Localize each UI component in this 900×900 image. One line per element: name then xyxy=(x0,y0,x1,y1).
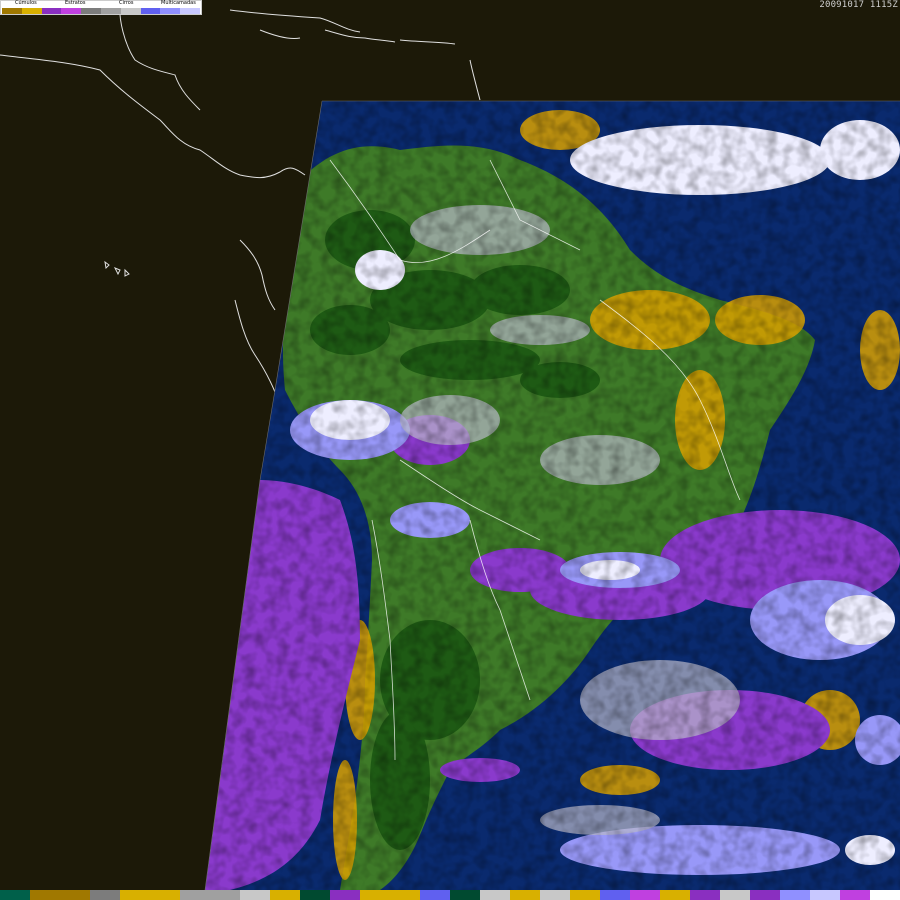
legend-swatch xyxy=(61,8,82,14)
color-bar-segment xyxy=(780,890,810,900)
legend-swatch xyxy=(180,8,200,14)
color-bar-segment xyxy=(870,890,900,900)
color-bar-segment xyxy=(480,890,510,900)
satellite-map xyxy=(0,0,900,900)
color-bar-segment xyxy=(270,890,300,900)
color-bar-segment xyxy=(120,890,150,900)
color-bar-segment xyxy=(600,890,630,900)
image-timestamp: 20091017 1115Z xyxy=(819,0,898,10)
color-bar-segment xyxy=(570,890,600,900)
color-bar-segment xyxy=(510,890,540,900)
color-bar-segment xyxy=(210,890,240,900)
color-bar-segment xyxy=(630,890,660,900)
legend-label-stratus: Estratos xyxy=(65,0,86,6)
legend-swatches xyxy=(2,8,200,14)
map-canvas xyxy=(0,0,900,891)
color-bar-segment xyxy=(30,890,60,900)
color-bar-segment xyxy=(300,890,330,900)
color-bar-segment xyxy=(360,890,390,900)
legend-swatch xyxy=(140,8,161,14)
color-bar-segment xyxy=(420,890,450,900)
legend-swatch xyxy=(41,8,62,14)
color-bar-segment xyxy=(150,890,180,900)
color-bar-segment xyxy=(240,890,270,900)
color-bar-segment xyxy=(390,890,420,900)
legend-swatch xyxy=(120,8,141,14)
color-bar-segment xyxy=(450,890,480,900)
color-bar-segment xyxy=(690,890,720,900)
legend-label-multilayer: Multicamadas xyxy=(161,0,196,6)
legend-labels: Cúmulos Estratos Cirros Multicamadas xyxy=(1,0,201,8)
satellite-disk xyxy=(205,101,900,890)
color-bar-segment xyxy=(180,890,210,900)
color-bar-segment xyxy=(720,890,750,900)
color-bar-segment xyxy=(330,890,360,900)
cloud-type-legend: Cúmulos Estratos Cirros Multicamadas xyxy=(0,0,202,15)
color-bar-segment xyxy=(60,890,90,900)
legend-swatch xyxy=(160,8,181,14)
legend-swatch xyxy=(100,8,121,14)
color-bar-segment xyxy=(540,890,570,900)
color-bar-segment xyxy=(660,890,690,900)
color-bar-segment xyxy=(840,890,870,900)
color-bar-segment xyxy=(90,890,120,900)
legend-label-cirrus: Cirros xyxy=(119,0,134,6)
bottom-color-bar xyxy=(0,890,900,900)
legend-swatch xyxy=(2,8,22,14)
color-bar-segment xyxy=(0,890,30,900)
legend-swatch xyxy=(81,8,101,14)
color-bar-segment xyxy=(810,890,840,900)
color-bar-segment xyxy=(750,890,780,900)
legend-swatch xyxy=(21,8,42,14)
legend-label-cumulus: Cúmulos xyxy=(15,0,37,6)
